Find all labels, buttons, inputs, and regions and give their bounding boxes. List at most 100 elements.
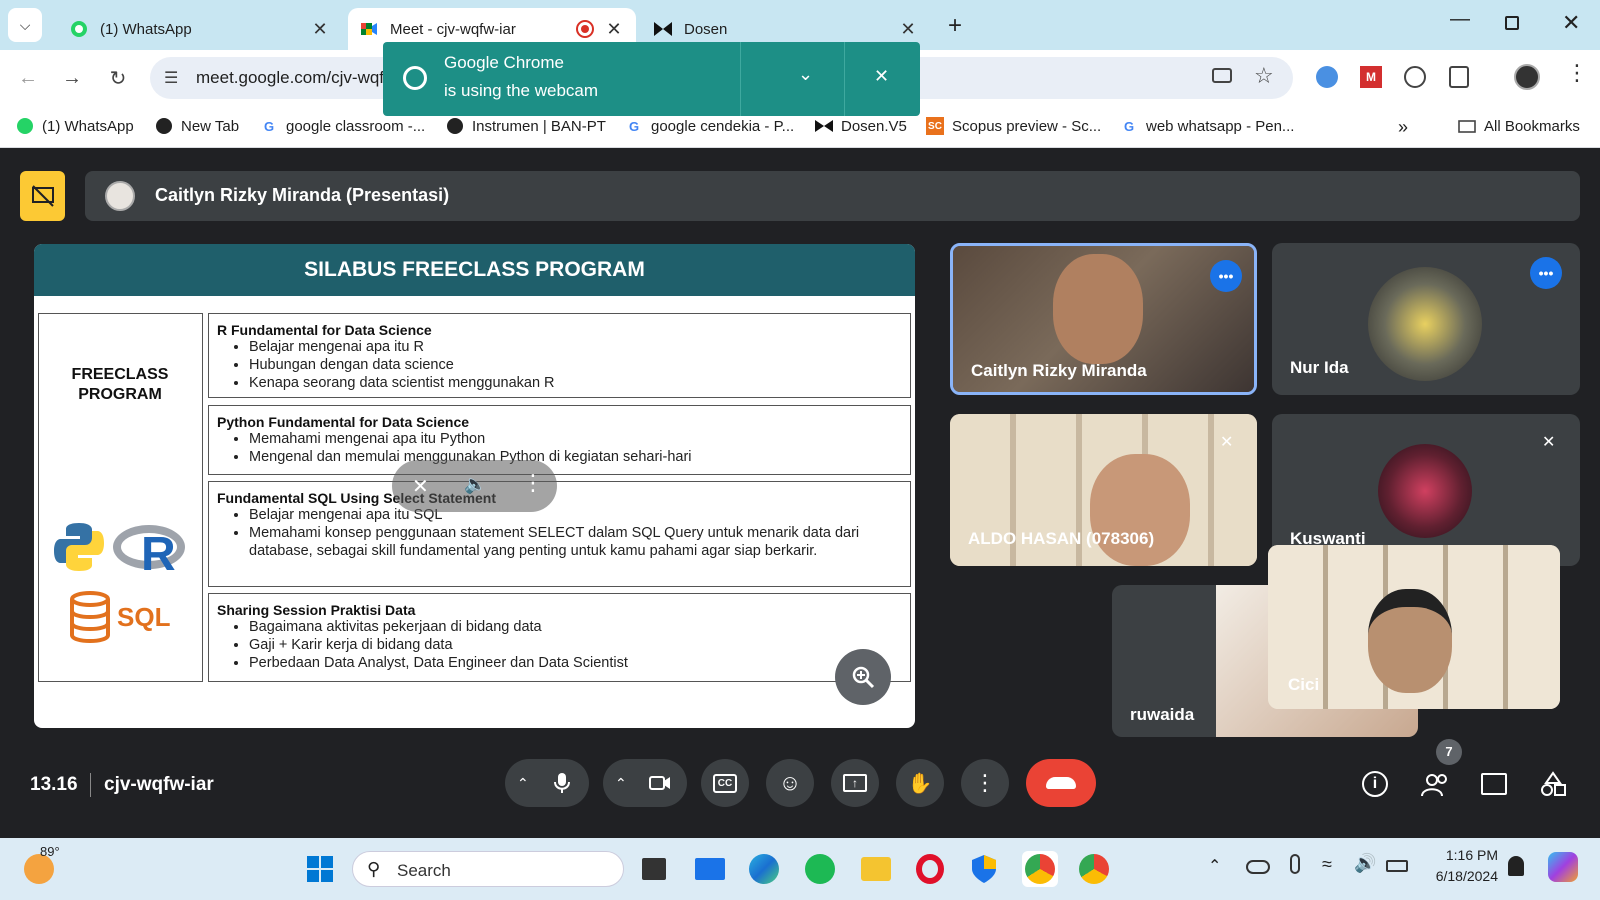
mic-icon[interactable] (554, 772, 570, 794)
microphone-icon[interactable] (1290, 854, 1300, 874)
volume-icon[interactable]: 🔈 (464, 474, 486, 495)
bookmarks-overflow-icon[interactable]: » (1398, 117, 1408, 138)
tab-whatsapp[interactable]: (1) WhatsApp ✕ (58, 8, 342, 50)
edge-icon[interactable] (746, 851, 782, 887)
minimize-icon[interactable]: — (1450, 8, 1470, 31)
profile-avatar-icon[interactable] (1514, 64, 1540, 90)
present-button[interactable]: ↑ (831, 759, 879, 807)
camera-group: ⌃ (603, 759, 687, 807)
chevron-down-icon[interactable]: ⌄ (798, 64, 813, 85)
stop-presenting-icon[interactable] (20, 171, 65, 221)
camera-in-use-icon[interactable] (1212, 68, 1232, 83)
bookmark-star-icon[interactable]: ☆ (1254, 63, 1274, 89)
meeting-code: cjv-wqfw-iar (104, 774, 214, 795)
search-icon: ⚲ (367, 859, 381, 879)
extensions-puzzle-icon[interactable] (1449, 66, 1469, 88)
close-window-icon[interactable]: ✕ (1562, 10, 1580, 36)
participant-tile[interactable]: ••• Caitlyn Rizky Miranda (950, 243, 1257, 395)
tray-chevron-up-icon[interactable]: ⌃ (1208, 856, 1221, 876)
notification-subtitle: is using the webcam (444, 81, 599, 100)
notification-divider (844, 42, 845, 116)
camera-icon[interactable] (649, 775, 671, 791)
bookmark-web-whatsapp[interactable]: Gweb whatsapp - Pen... (1120, 117, 1294, 135)
zoom-button[interactable] (835, 649, 891, 705)
leave-call-button[interactable] (1026, 759, 1096, 807)
site-settings-icon[interactable]: ☰ (164, 68, 178, 88)
bookmark-dosen[interactable]: Dosen.V5 (815, 117, 907, 135)
tab-label: Dosen (684, 20, 728, 38)
extension-m-icon[interactable]: M (1360, 66, 1382, 88)
mic-off-icon[interactable]: ✕ (412, 474, 429, 499)
more-options-button[interactable]: ⋮ (961, 759, 1009, 807)
speaking-icon: ••• (1530, 257, 1562, 289)
battery-icon[interactable] (1386, 860, 1408, 872)
windows-taskbar: 89° ⚲ Search ⌃ ≈ 🔊 1:16 PM 6/18/2024 (0, 838, 1600, 900)
close-icon[interactable]: ✕ (604, 19, 624, 40)
captions-button[interactable]: CC (701, 759, 749, 807)
bookmark-google-cendekia[interactable]: Ggoogle cendekia - P... (625, 117, 794, 135)
opera-icon[interactable] (912, 851, 948, 887)
extension-pen-icon[interactable] (1316, 66, 1338, 88)
bookmark-google-classroom[interactable]: Ggoogle classroom -... (260, 117, 425, 135)
taskbar-search[interactable]: ⚲ Search (352, 851, 624, 887)
notification-bell-icon[interactable] (1508, 856, 1524, 876)
webcam-icon (403, 66, 427, 90)
section-item: Gaji + Karir kerja di bidang data (249, 636, 902, 654)
chat-icon[interactable] (1481, 773, 1507, 795)
back-icon[interactable]: ← (12, 62, 44, 94)
close-icon[interactable]: ✕ (898, 19, 918, 40)
extension-grammar-icon[interactable] (1404, 66, 1426, 88)
reactions-button[interactable]: ☺ (766, 759, 814, 807)
video-face (1090, 454, 1190, 566)
forward-icon[interactable]: → (56, 62, 88, 94)
participant-tile[interactable]: ✕ ALDO HASAN (078306) (950, 414, 1257, 566)
more-options-icon[interactable]: ⋮ (522, 470, 544, 496)
google-icon: G (1123, 118, 1135, 134)
activities-icon[interactable] (1540, 771, 1566, 797)
bookmark-scopus[interactable]: SC Scopus preview - Sc... (926, 117, 1101, 135)
bookmark-instrumen[interactable]: Instrumen | BAN-PT (446, 117, 606, 135)
participant-tile[interactable]: ••• Nur Ida (1272, 243, 1580, 395)
close-icon[interactable]: ✕ (874, 66, 889, 87)
participant-tile[interactable]: ✕ Kuswanti (1272, 414, 1580, 566)
bookmark-new-tab[interactable]: New Tab (155, 117, 239, 135)
meeting-details-icon[interactable]: i (1362, 771, 1388, 797)
section-item: Mengenal dan memulai menggunakan Python … (249, 448, 902, 466)
new-tab-button[interactable]: + (948, 12, 962, 40)
tab-search-button[interactable]: ⌵ (8, 8, 42, 42)
mail-icon[interactable] (692, 851, 728, 887)
syllabus-section: R Fundamental for Data Science Belajar m… (208, 313, 911, 398)
reload-icon[interactable]: ↻ (102, 62, 134, 94)
chevron-up-icon[interactable]: ⌃ (517, 775, 529, 792)
bookmark-whatsapp[interactable]: (1) WhatsApp (16, 117, 134, 135)
task-view-icon[interactable] (636, 851, 672, 887)
all-bookmarks-button[interactable]: All Bookmarks (1458, 117, 1580, 135)
zoom-icon (852, 666, 875, 689)
participant-name: ruwaida (1130, 705, 1195, 724)
self-view-tile[interactable]: Cici (1268, 545, 1560, 709)
weather-temp: 89° (40, 844, 60, 859)
recording-icon (576, 20, 594, 38)
copilot-icon[interactable] (1548, 852, 1578, 882)
file-explorer-icon[interactable] (858, 851, 894, 887)
program-label: FREECLASS PROGRAM (39, 365, 201, 405)
people-icon[interactable] (1420, 773, 1450, 797)
windows-start-icon[interactable] (302, 851, 338, 887)
clock-date[interactable]: 6/18/2024 (1418, 868, 1498, 884)
raise-hand-button[interactable]: ✋ (896, 759, 944, 807)
menu-kebab-icon[interactable]: ⋮ (1566, 60, 1588, 86)
bookmark-label: google classroom -... (286, 117, 426, 135)
wifi-icon[interactable]: ≈ (1322, 854, 1332, 875)
spotify-icon[interactable] (802, 851, 838, 887)
security-shield-icon[interactable] (966, 851, 1002, 887)
chrome-profile-icon[interactable] (1076, 851, 1112, 887)
mic-group: ⌃ (505, 759, 589, 807)
close-icon[interactable]: ✕ (310, 19, 330, 40)
volume-icon[interactable]: 🔊 (1354, 853, 1376, 874)
onedrive-icon[interactable] (1246, 860, 1270, 874)
chrome-icon[interactable] (1022, 851, 1058, 887)
hand-icon: ✋ (907, 772, 933, 795)
restore-icon[interactable] (1505, 16, 1519, 30)
clock-time[interactable]: 1:16 PM (1440, 847, 1498, 863)
chevron-up-icon[interactable]: ⌃ (615, 775, 627, 792)
